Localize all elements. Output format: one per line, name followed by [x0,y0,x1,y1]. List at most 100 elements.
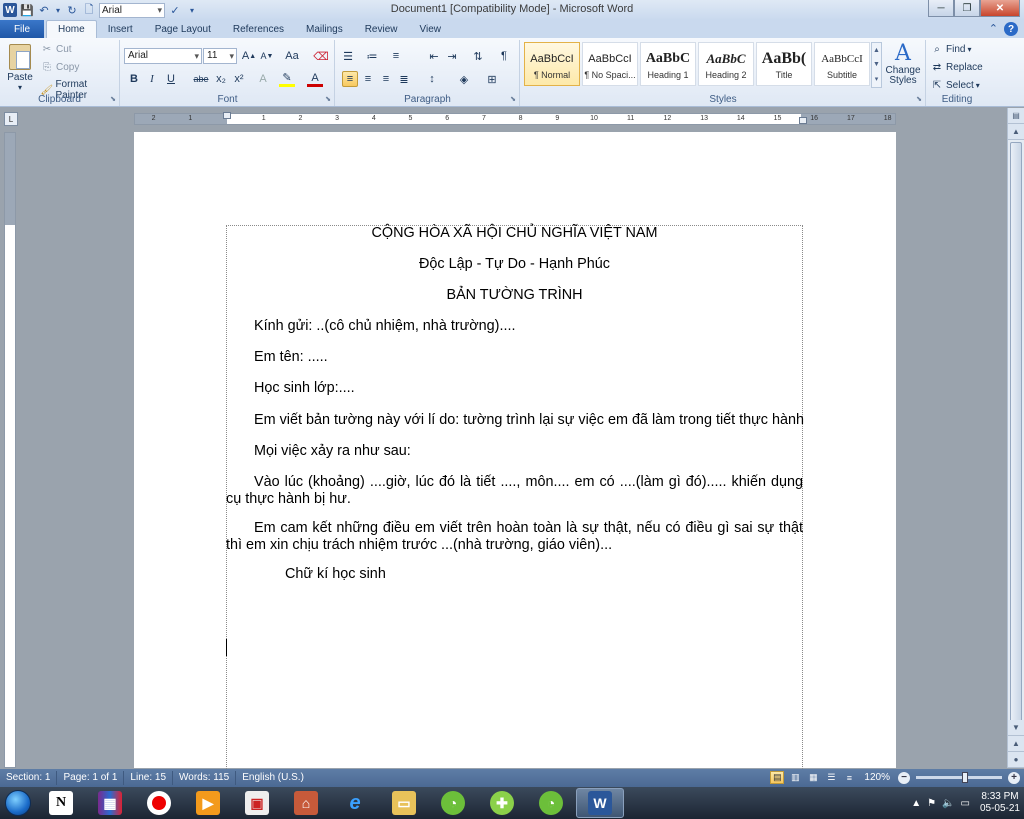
zoom-slider-thumb[interactable] [962,772,968,783]
find-button[interactable]: ⌕ Find ▾ [930,43,971,56]
tab-review[interactable]: Review [354,20,409,38]
tab-home[interactable]: Home [46,20,97,38]
gallery-up-icon[interactable]: ▲ [873,47,880,54]
horizontal-ruler[interactable]: 2 1 1 2 3 4 5 6 7 8 9 10 11 12 13 14 15 16 17 18 [134,112,896,125]
status-language[interactable]: English (U.S.) [236,771,310,785]
redo-icon[interactable]: ↻ [65,3,79,17]
outline-icon[interactable]: ☰ [824,771,838,784]
underline-button[interactable]: U [163,71,179,87]
status-page[interactable]: Page: 1 of 1 [57,771,125,785]
zoom-in-icon[interactable]: + [1008,771,1020,784]
zoom-out-icon[interactable]: − [898,771,910,784]
bullets-icon[interactable]: ☰ [340,48,356,64]
line-spacing-icon[interactable]: ↕ [424,71,440,87]
vertical-scrollbar[interactable]: ▤ ▲ ▼ ▲ ● [1007,108,1024,768]
volume-icon[interactable]: 🔈 [942,798,954,809]
taskbar-media-player[interactable]: ▶ [184,788,232,818]
save-icon[interactable]: 💾 [20,3,34,17]
select-button[interactable]: ⇱ Select ▾ [930,79,980,92]
paste-button[interactable]: Paste ▾ [3,42,37,92]
status-section[interactable]: Section: 1 [0,771,58,785]
increase-indent-icon[interactable]: ⇥ [444,48,460,64]
shading-icon[interactable]: ◈ [456,71,472,87]
styles-gallery-scroll[interactable]: ▲ ▼ ▾ [871,42,882,88]
replace-button[interactable]: ⇄ Replace [930,61,983,74]
draft-icon[interactable]: ≡ [842,771,856,784]
zoom-slider[interactable] [916,772,1002,783]
italic-button[interactable]: I [144,71,160,87]
minimize-ribbon-icon[interactable]: ⌃ [989,22,998,36]
vertical-ruler[interactable] [4,132,16,768]
undo-icon[interactable]: ↶ [37,3,51,17]
document-body[interactable]: CỘNG HÒA XÃ HỘI CHỦ NGHĨA VIỆT NAM Độc L… [226,225,804,597]
word-app-icon[interactable]: W [3,3,17,17]
minimize-button[interactable]: ─ [928,0,954,17]
right-indent-marker[interactable] [799,117,807,124]
style-title[interactable]: AaBb( Title [756,42,812,86]
subscript-button[interactable]: x₂ [213,71,229,87]
numbering-icon[interactable]: ≔ [364,48,380,64]
help-icon[interactable]: ? [1004,22,1018,36]
spelling-icon[interactable]: ✓ [168,3,182,17]
align-right-icon[interactable]: ≡ [378,71,394,87]
close-button[interactable]: ✕ [980,0,1020,17]
clock[interactable]: 8:33 PM 05-05-21 [980,791,1020,815]
style-heading-1[interactable]: AaBbC Heading 1 [640,42,696,86]
taskbar-winrar[interactable]: ▦ [86,788,134,818]
full-screen-reading-icon[interactable]: ▥ [788,771,802,784]
font-color-icon[interactable]: A [307,71,323,87]
tab-file[interactable]: File [0,20,44,38]
status-words[interactable]: Words: 115 [173,771,237,785]
style-no-spacing[interactable]: AaBbCcI ¶ No Spaci... [582,42,638,86]
qat-dropdown-icon[interactable]: ▾ [54,3,62,17]
first-line-indent-marker[interactable] [223,112,231,119]
action-center-flag-icon[interactable]: ⚑ [927,798,936,809]
decrease-indent-icon[interactable]: ⇤ [426,48,442,64]
tab-page-layout[interactable]: Page Layout [144,20,222,38]
font-launcher-icon[interactable]: ⬊ [325,95,331,103]
align-left-icon[interactable]: ≡ [342,71,358,87]
qat-font-combo[interactable]: Arial [99,2,165,18]
ruler-toggle-icon[interactable]: ▤ [1008,108,1024,124]
paragraph-launcher-icon[interactable]: ⬊ [510,95,516,103]
style-heading-2[interactable]: AaBbC Heading 2 [698,42,754,86]
grow-font-icon[interactable]: A ▲ [241,48,257,64]
change-case-button[interactable]: Aa [281,48,303,64]
tab-mailings[interactable]: Mailings [295,20,354,38]
font-name-combo[interactable]: Arial [124,48,202,64]
status-line[interactable]: Line: 15 [124,771,174,785]
taskbar-internet-explorer[interactable]: e [331,788,379,818]
scroll-down-icon[interactable]: ▼ [1008,720,1024,736]
gallery-more-icon[interactable]: ▾ [875,75,879,83]
superscript-button[interactable]: x² [231,71,247,87]
taskbar-app-green-2[interactable]: ✚ [478,788,526,818]
borders-icon[interactable]: ⊞ [484,71,500,87]
show-hidden-icons-icon[interactable]: ▲ [911,798,921,809]
taskbar-app-grid[interactable]: ▣ [233,788,281,818]
multilevel-list-icon[interactable]: ≡ [388,48,404,64]
taskbar-app-green-1[interactable]: ◔ [429,788,477,818]
print-preview-icon[interactable]: 🗋 [82,3,96,17]
shrink-font-icon[interactable]: A ▼ [259,48,275,64]
taskbar-game[interactable]: ⌂ [282,788,330,818]
align-center-icon[interactable]: ≡ [360,71,376,87]
highlight-icon[interactable]: ✎ [279,71,295,87]
show-hide-pilcrow-icon[interactable]: ¶ [496,48,512,64]
clipboard-launcher-icon[interactable]: ⬊ [110,95,116,103]
style-normal[interactable]: AaBbCcI ¶ Normal [524,42,580,86]
scroll-thumb[interactable] [1010,142,1022,732]
customize-qat-icon[interactable]: ▾ [185,3,199,17]
print-layout-icon[interactable]: ▤ [770,771,785,784]
network-icon[interactable]: ▭ [961,798,970,809]
taskbar-recorder[interactable] [135,788,183,818]
taskbar-word[interactable]: W [576,788,624,818]
taskbar-file-explorer[interactable]: ▭ [380,788,428,818]
taskbar-notion[interactable]: N [37,788,85,818]
clear-formatting-icon[interactable]: ⌫ [313,48,329,64]
change-styles-button[interactable]: A Change Styles [884,42,922,92]
strikethrough-button[interactable]: abe [191,71,211,87]
justify-icon[interactable]: ≣ [396,71,412,87]
zoom-level[interactable]: 120% [864,772,890,783]
copy-button[interactable]: ⎘ Copy [40,61,79,74]
taskbar-app-green-3[interactable]: ◔ [527,788,575,818]
